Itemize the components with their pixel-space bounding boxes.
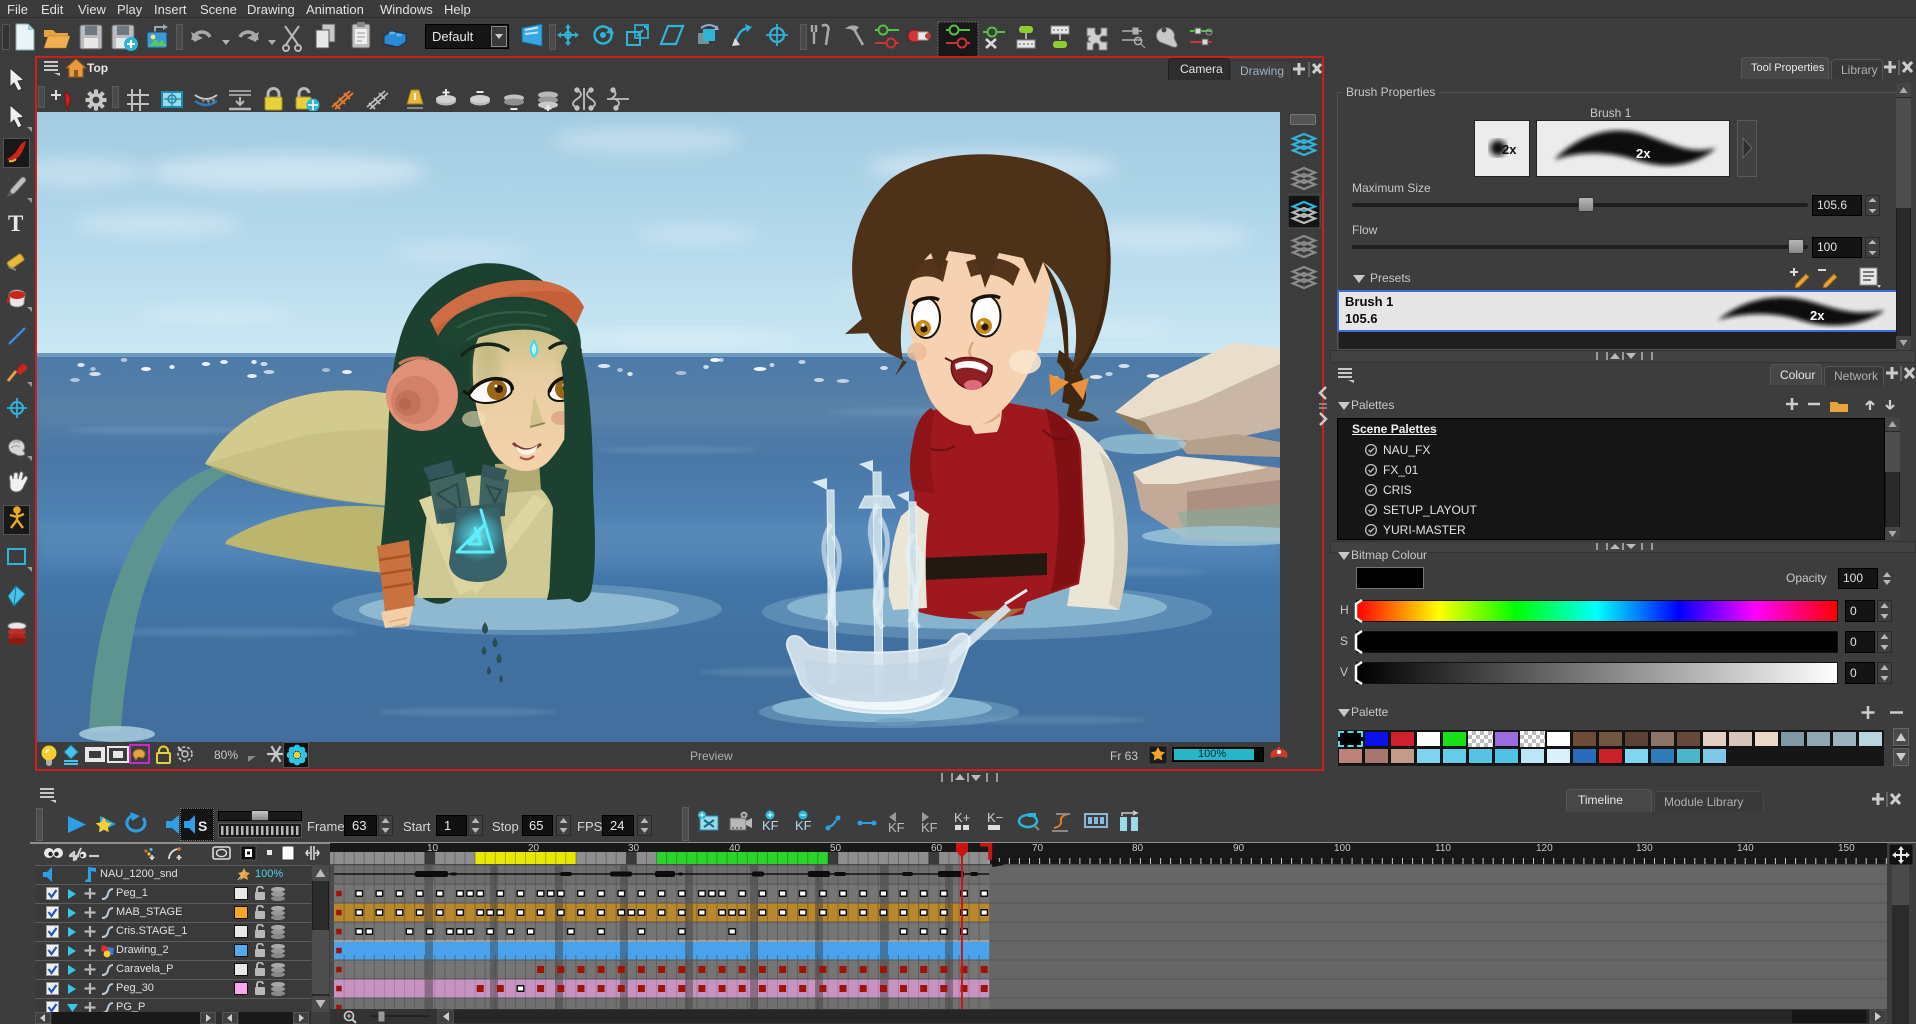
svg-text:2x: 2x [1636,146,1651,161]
svg-text:140: 140 [1737,843,1754,854]
svg-text:40: 40 [729,843,741,854]
svg-text:10: 10 [427,843,439,854]
svg-text:100: 100 [1334,843,1351,854]
svg-text:K−: K− [987,810,1003,825]
svg-text:150: 150 [1838,843,1855,854]
svg-text:KF: KF [888,820,905,835]
svg-text:50: 50 [830,843,842,854]
svg-text:T: T [8,211,23,236]
svg-text:110: 110 [1435,843,1451,854]
svg-text:60: 60 [931,843,943,854]
svg-text:130: 130 [1636,843,1653,854]
svg-text:K+: K+ [954,810,970,825]
svg-text:20: 20 [528,843,540,854]
svg-text:KF: KF [795,818,812,833]
svg-text:KF: KF [921,820,938,835]
svg-text:2x: 2x [1810,308,1825,323]
svg-text:90: 90 [1233,843,1245,854]
svg-text:KF: KF [762,818,779,833]
svg-text:2x: 2x [1502,142,1517,157]
svg-text:80: 80 [1132,843,1144,854]
svg-text:S: S [198,818,207,834]
svg-text:30: 30 [628,843,640,854]
svg-text:120: 120 [1536,843,1553,854]
svg-text:70: 70 [1032,843,1044,854]
